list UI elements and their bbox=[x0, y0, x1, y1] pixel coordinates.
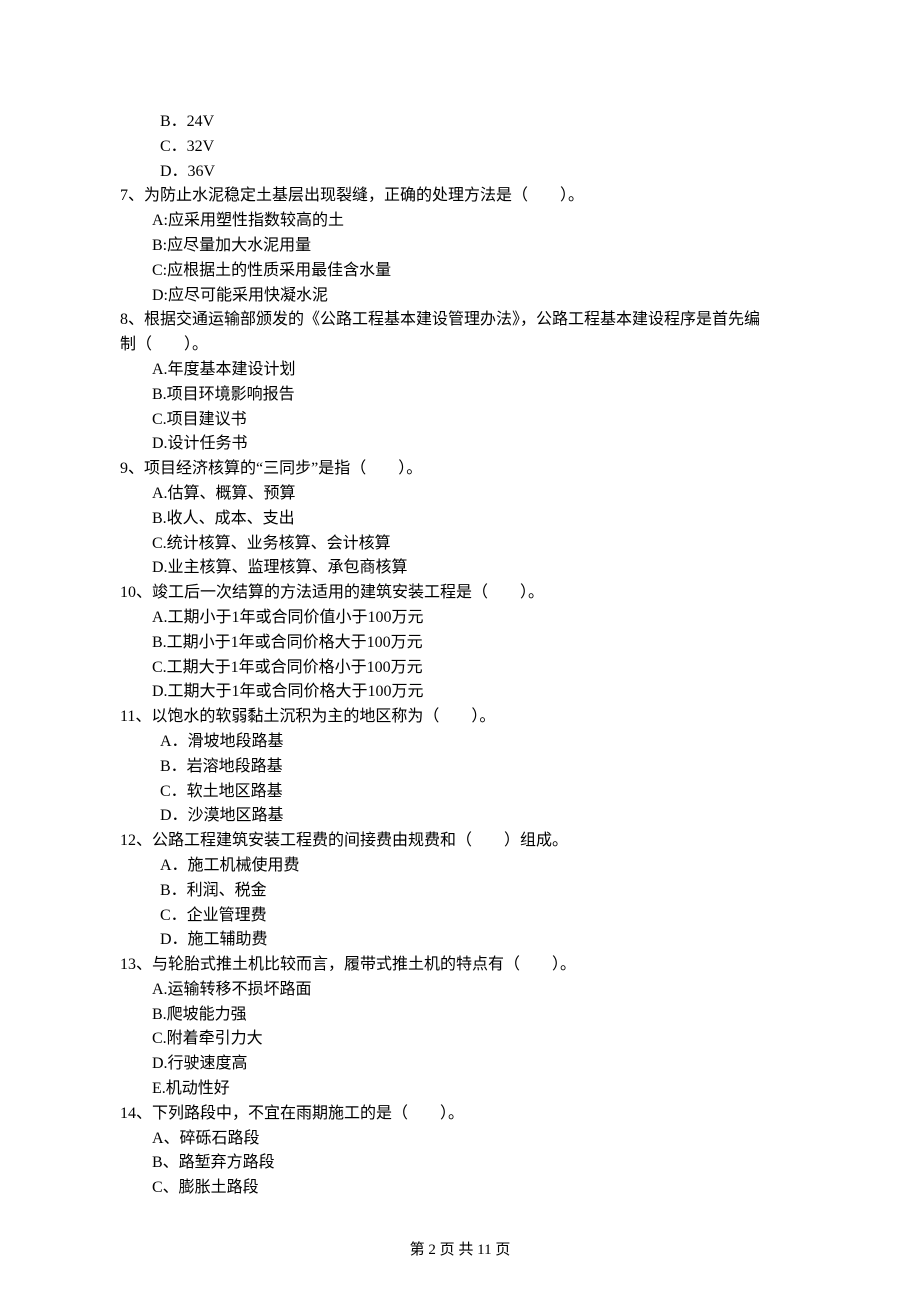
q10-option-d: D.工期大于1年或合同价格大于100万元 bbox=[120, 680, 800, 705]
q12-option-a: A．施工机械使用费 bbox=[120, 854, 800, 879]
q9-option-d: D.业主核算、监理核算、承包商核算 bbox=[120, 556, 800, 581]
q8-option-b: B.项目环境影响报告 bbox=[120, 383, 800, 408]
q7-option-a: A:应采用塑性指数较高的土 bbox=[120, 209, 800, 234]
q14-option-c: C、膨胀土路段 bbox=[120, 1176, 800, 1201]
q13-option-e: E.机动性好 bbox=[120, 1077, 800, 1102]
q11-option-b: B．岩溶地段路基 bbox=[120, 755, 800, 780]
q7-option-b: B:应尽量加大水泥用量 bbox=[120, 234, 800, 259]
q6-option-d: D．36V bbox=[120, 160, 800, 185]
q8-text-line1: 8、根据交通运输部颁发的《公路工程基本建设管理办法》，公路工程基本建设程序是首先… bbox=[120, 308, 800, 333]
q13-option-d: D.行驶速度高 bbox=[120, 1052, 800, 1077]
q11-text: 11、以饱水的软弱黏土沉积为主的地区称为（ ）。 bbox=[120, 705, 800, 730]
q13-option-a: A.运输转移不损坏路面 bbox=[120, 978, 800, 1003]
q13-option-c: C.附着牵引力大 bbox=[120, 1027, 800, 1052]
q8-text-line2: 制（ ）。 bbox=[120, 333, 800, 358]
q13-option-b: B.爬坡能力强 bbox=[120, 1003, 800, 1028]
q13-text: 13、与轮胎式推土机比较而言，履带式推土机的特点有（ ）。 bbox=[120, 953, 800, 978]
q6-option-b: B．24V bbox=[120, 110, 800, 135]
page-footer: 第 2 页 共 11 页 bbox=[0, 1239, 920, 1262]
q6-option-c: C．32V bbox=[120, 135, 800, 160]
q8-option-c: C.项目建议书 bbox=[120, 408, 800, 433]
q7-option-c: C:应根据土的性质采用最佳含水量 bbox=[120, 259, 800, 284]
q12-option-b: B．利润、税金 bbox=[120, 879, 800, 904]
q7-text: 7、为防止水泥稳定土基层出现裂缝，正确的处理方法是（ ）。 bbox=[120, 184, 800, 209]
q10-option-c: C.工期大于1年或合同价格小于100万元 bbox=[120, 656, 800, 681]
q10-option-b: B.工期小于1年或合同价格大于100万元 bbox=[120, 631, 800, 656]
q8-option-d: D.设计任务书 bbox=[120, 432, 800, 457]
q9-option-b: B.收人、成本、支出 bbox=[120, 507, 800, 532]
q9-text: 9、项目经济核算的“三同步”是指（ ）。 bbox=[120, 457, 800, 482]
q11-option-a: A．滑坡地段路基 bbox=[120, 730, 800, 755]
q12-text: 12、公路工程建筑安装工程费的间接费由规费和（ ）组成。 bbox=[120, 829, 800, 854]
q9-option-c: C.统计核算、业务核算、会计核算 bbox=[120, 532, 800, 557]
q9-option-a: A.估算、概算、预算 bbox=[120, 482, 800, 507]
q12-option-d: D．施工辅助费 bbox=[120, 928, 800, 953]
q12-option-c: C．企业管理费 bbox=[120, 904, 800, 929]
q14-option-a: A、碎砾石路段 bbox=[120, 1127, 800, 1152]
q10-option-a: A.工期小于1年或合同价值小于100万元 bbox=[120, 606, 800, 631]
q14-option-b: B、路堑弃方路段 bbox=[120, 1151, 800, 1176]
q8-option-a: A.年度基本建设计划 bbox=[120, 358, 800, 383]
q14-text: 14、下列路段中，不宜在雨期施工的是（ ）。 bbox=[120, 1102, 800, 1127]
q7-option-d: D:应尽可能采用快凝水泥 bbox=[120, 284, 800, 309]
q11-option-c: C．软土地区路基 bbox=[120, 780, 800, 805]
document-page: B．24V C．32V D．36V 7、为防止水泥稳定土基层出现裂缝，正确的处理… bbox=[0, 0, 920, 1302]
q10-text: 10、竣工后一次结算的方法适用的建筑安装工程是（ ）。 bbox=[120, 581, 800, 606]
q11-option-d: D．沙漠地区路基 bbox=[120, 804, 800, 829]
